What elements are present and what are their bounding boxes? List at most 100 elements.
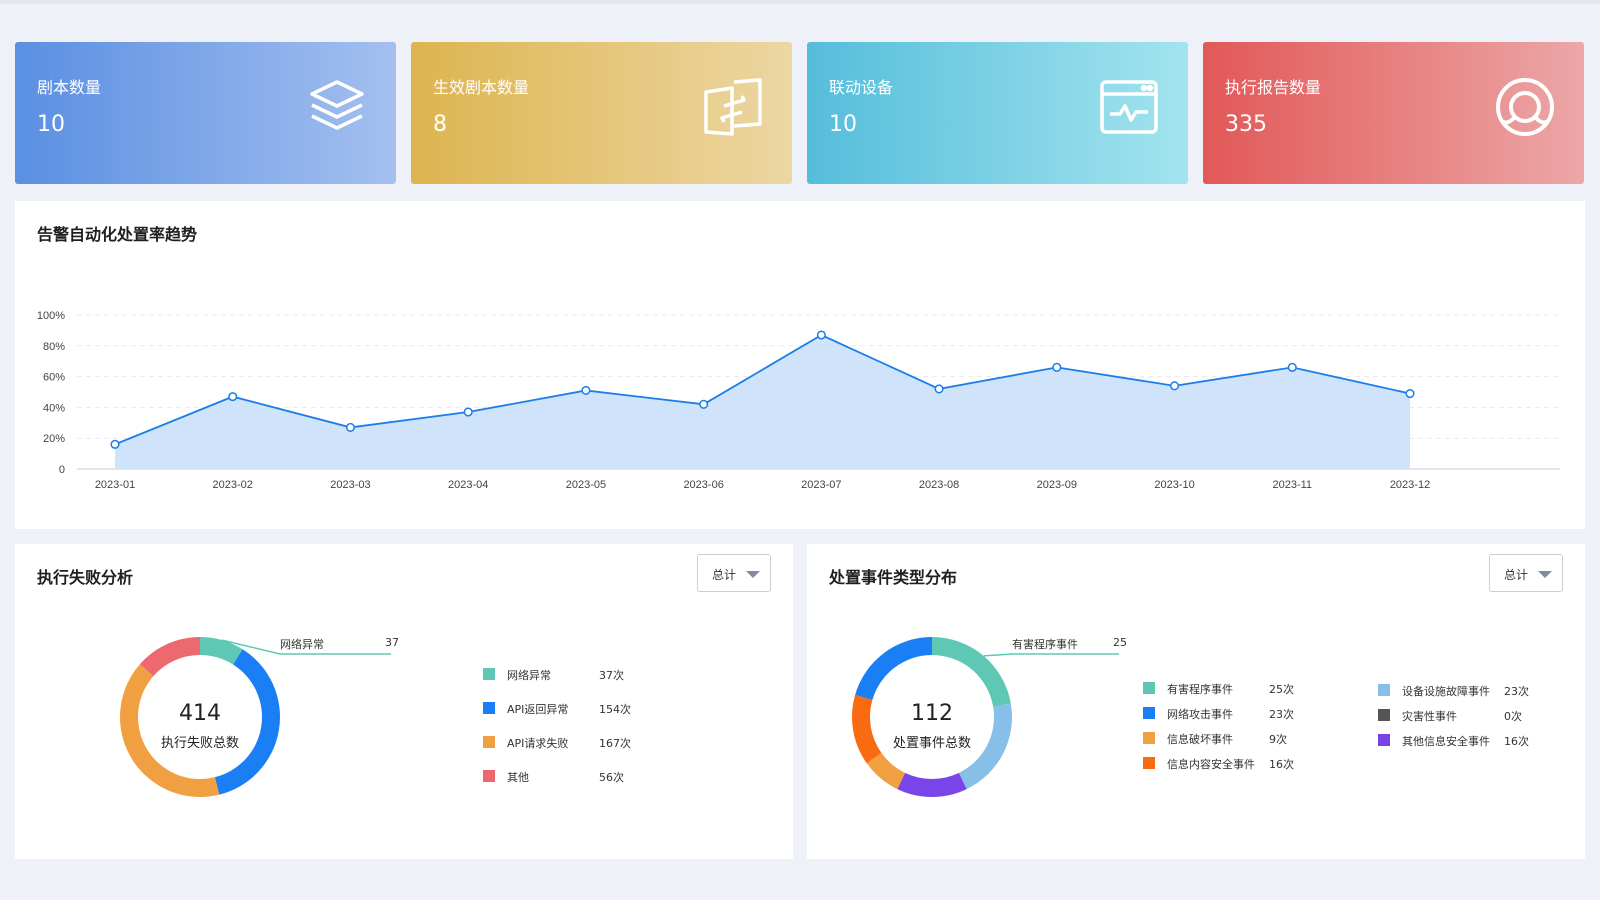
stat-value: 10	[37, 112, 65, 137]
stat-label: 联动设备	[829, 78, 894, 97]
donut-slice[interactable]	[897, 772, 967, 797]
legend-name: 有害程序事件	[1167, 683, 1233, 696]
chevron-down-icon	[746, 571, 760, 578]
legend-item[interactable]: 网络攻击事件 23次	[1143, 706, 1319, 721]
data-point[interactable]	[110, 439, 120, 449]
data-point[interactable]	[1052, 362, 1062, 372]
legend-item[interactable]: 信息破坏事件 9次	[1143, 731, 1319, 746]
distribution-donut-chart	[852, 637, 1119, 797]
donut-slice[interactable]	[120, 664, 220, 797]
legend-name: 网络异常	[507, 669, 551, 682]
legend-count: 25次	[1269, 683, 1294, 696]
legend-count: 23次	[1269, 708, 1294, 721]
data-point[interactable]	[1405, 388, 1415, 399]
callout-value: 37	[385, 636, 399, 649]
data-point[interactable]	[228, 392, 238, 402]
legend-swatch	[483, 770, 495, 782]
legend-item[interactable]: 其他 56次	[483, 769, 649, 784]
monitor-pulse-icon	[1100, 80, 1158, 134]
legend-name: API返回异常	[507, 703, 569, 716]
x-tick-label: 2023-04	[448, 479, 488, 491]
legend-name: 设备设施故障事件	[1402, 685, 1490, 698]
legend-item[interactable]: 网络异常 37次	[483, 667, 649, 682]
select-value: 总计	[712, 568, 737, 582]
x-tick-label: 2023-10	[1154, 479, 1194, 491]
donut-total: 112	[911, 701, 953, 726]
legend-swatch	[1143, 707, 1155, 719]
stat-value: 335	[1225, 112, 1267, 137]
layers-icon	[310, 80, 364, 130]
x-tick-label: 2023-01	[95, 479, 135, 491]
distribution-panel: 处置事件类型分布 总计 112 处置事件总数 有害程序事件 25 有害程序事件 2…	[807, 544, 1585, 859]
chevron-down-icon	[1538, 571, 1552, 578]
legend-swatch	[483, 668, 495, 680]
legend-item[interactable]: 其他信息安全事件 16次	[1378, 733, 1554, 748]
legend-name: API请求失败	[507, 737, 569, 750]
stat-card-playbooks[interactable]: 剧本数量 10	[15, 42, 396, 184]
legend-item[interactable]: API请求失败 167次	[483, 735, 649, 750]
legend-count: 23次	[1504, 685, 1529, 698]
callout-line	[983, 653, 1119, 657]
stat-value: 10	[829, 112, 857, 137]
stat-card-active-playbooks[interactable]: 生效剧本数量 8	[411, 42, 792, 184]
legend-swatch	[1143, 732, 1155, 744]
y-tick-label: 0	[59, 464, 65, 476]
data-point[interactable]	[816, 330, 826, 340]
donut-slice[interactable]	[139, 637, 200, 677]
x-tick-label: 2023-02	[213, 479, 253, 491]
legend-name: 信息内容安全事件	[1167, 758, 1255, 771]
select-value: 总计	[1504, 568, 1529, 582]
donut-slice[interactable]	[855, 637, 932, 700]
data-point[interactable]	[463, 407, 473, 417]
legend-count: 16次	[1269, 758, 1294, 771]
stat-card-linked-devices[interactable]: 联动设备 10	[807, 42, 1188, 184]
data-point[interactable]	[345, 422, 356, 432]
stat-card-reports[interactable]: 执行报告数量 335	[1203, 42, 1584, 184]
legend-name: 网络攻击事件	[1167, 708, 1233, 721]
x-tick-label: 2023-12	[1390, 479, 1430, 491]
legend-name: 其他信息安全事件	[1402, 735, 1490, 748]
data-point[interactable]	[1287, 362, 1297, 372]
switch-arrow-icon	[704, 78, 762, 136]
donut-total-label: 执行失败总数	[160, 736, 239, 751]
x-tick-label: 2023-07	[801, 479, 841, 491]
donut-slice[interactable]	[852, 694, 882, 764]
callout-value: 25	[1113, 636, 1127, 649]
donut-slice[interactable]	[932, 637, 1011, 707]
report-bubble-icon	[1496, 78, 1554, 136]
stat-label: 生效剧本数量	[433, 78, 530, 97]
x-tick-label: 2023-11	[1272, 479, 1312, 491]
x-tick-label: 2023-05	[566, 479, 606, 491]
y-tick-label: 40%	[43, 402, 65, 414]
donut-total: 414	[179, 701, 221, 726]
y-tick-label: 20%	[43, 433, 65, 445]
period-select[interactable]: 总计	[1489, 554, 1563, 592]
y-tick-label: 60%	[43, 372, 65, 384]
legend-name: 灾害性事件	[1402, 710, 1457, 723]
legend-swatch	[1378, 734, 1390, 746]
legend-name: 信息破坏事件	[1167, 733, 1233, 746]
legend-swatch	[483, 736, 495, 748]
x-tick-label: 2023-09	[1037, 479, 1077, 491]
legend-count: 37次	[599, 669, 624, 682]
legend-item[interactable]: 灾害性事件 0次	[1378, 708, 1554, 723]
legend-item[interactable]: 设备设施故障事件 23次	[1378, 683, 1554, 698]
legend-name: 其他	[507, 771, 529, 784]
data-point[interactable]	[699, 399, 709, 409]
legend-item[interactable]: 有害程序事件 25次	[1143, 681, 1319, 696]
data-point[interactable]	[581, 385, 591, 396]
data-point[interactable]	[934, 384, 944, 394]
callout-name: 有害程序事件	[1012, 638, 1078, 651]
legend-count: 56次	[599, 771, 624, 784]
legend-count: 154次	[599, 703, 631, 716]
legend-swatch	[1378, 709, 1390, 721]
legend-swatch	[1378, 684, 1390, 696]
y-tick-label: 100%	[37, 310, 65, 322]
data-point[interactable]	[1169, 381, 1180, 391]
legend-swatch	[483, 702, 495, 714]
legend-item[interactable]: 信息内容安全事件 16次	[1143, 756, 1319, 771]
trend-chart: 0 20% 40% 60% 80% 100% 2023-01 2023-02 2023-03 20…	[37, 310, 1560, 491]
legend-count: 167次	[599, 737, 631, 750]
legend-item[interactable]: API返回异常 154次	[483, 701, 649, 716]
period-select[interactable]: 总计	[697, 554, 771, 592]
